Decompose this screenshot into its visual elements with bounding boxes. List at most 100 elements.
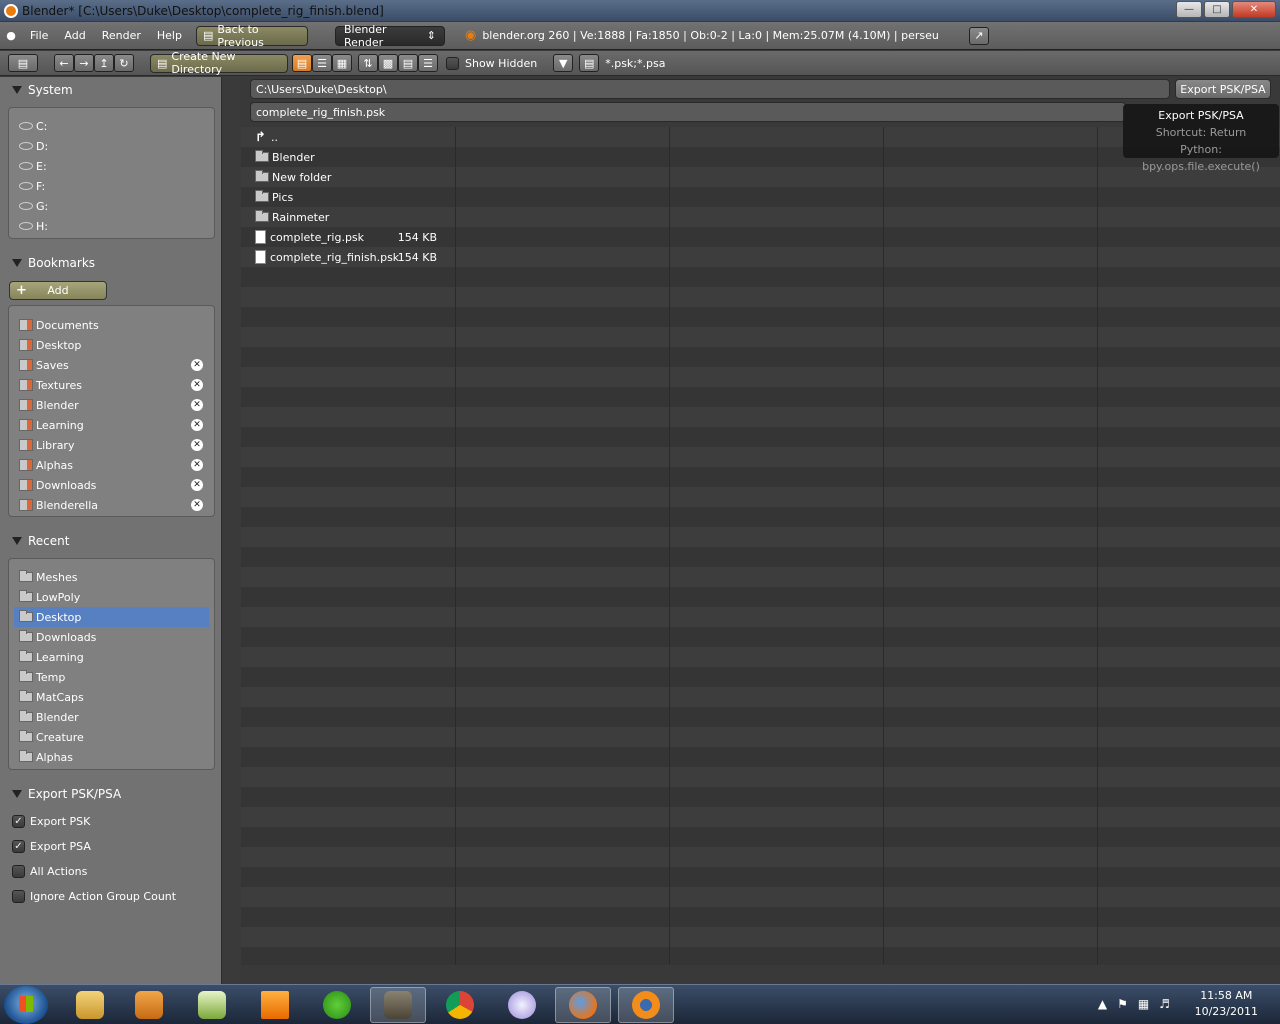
all-actions-option[interactable]: All Actions bbox=[12, 862, 87, 880]
file-row[interactable]: Rainmeter bbox=[255, 207, 445, 227]
taskbar-pidgin[interactable] bbox=[494, 987, 550, 1023]
tray-expand-icon[interactable]: ▲ bbox=[1098, 997, 1107, 1011]
taskbar-gimp[interactable] bbox=[370, 987, 426, 1023]
bookmark-item[interactable]: Documents bbox=[9, 315, 214, 335]
taskbar-notepad[interactable] bbox=[184, 987, 240, 1023]
taskbar-blender[interactable] bbox=[618, 987, 674, 1023]
minimize-button[interactable]: — bbox=[1176, 1, 1202, 18]
export-psk-option[interactable]: ✓ Export PSK bbox=[12, 812, 90, 830]
system-item-d[interactable]: D: bbox=[9, 136, 214, 156]
back-to-previous-button[interactable]: ▤ Back to Previous bbox=[195, 23, 308, 49]
filter-icon[interactable]: ▼ bbox=[553, 54, 574, 72]
recent-item[interactable]: MatCaps bbox=[9, 687, 214, 707]
action-center-flag-icon[interactable]: ⚑ bbox=[1117, 997, 1128, 1011]
remove-bookmark-icon[interactable]: ✕ bbox=[191, 499, 203, 511]
export-psa-checkbox[interactable]: ✓ bbox=[12, 839, 25, 853]
recent-item[interactable]: Downloads bbox=[9, 627, 214, 647]
sort-time-icon[interactable]: ▤ bbox=[398, 54, 418, 72]
menu-render[interactable]: Render bbox=[94, 29, 149, 42]
taskbar-explorer[interactable] bbox=[62, 987, 118, 1023]
recent-item[interactable]: Learning bbox=[9, 647, 214, 667]
bookmark-item[interactable]: Library ✕ bbox=[9, 435, 214, 455]
all-actions-checkbox[interactable] bbox=[12, 864, 25, 878]
filename-field[interactable]: complete_rig_finish.psk bbox=[250, 102, 1126, 122]
recent-item[interactable]: LowPoly bbox=[9, 587, 214, 607]
directory-path-field[interactable]: C:\Users\Duke\Desktop\ bbox=[250, 79, 1170, 99]
export-psa-option[interactable]: ✓ Export PSA bbox=[12, 837, 91, 855]
filter-folder-icon[interactable]: ▤ bbox=[579, 54, 600, 72]
system-item-e[interactable]: E: bbox=[9, 156, 214, 176]
file-row-parent[interactable]: ↱ .. bbox=[255, 127, 445, 147]
display-short-list-icon[interactable]: ▤ bbox=[292, 54, 312, 72]
recent-item[interactable]: Creature bbox=[9, 727, 214, 747]
display-detailed-list-icon[interactable]: ☰ bbox=[312, 54, 332, 72]
render-engine-dropdown[interactable]: Blender Render ⇕ bbox=[334, 23, 445, 49]
add-bookmark-button[interactable]: + Add bbox=[9, 281, 107, 300]
ignore-action-group-count-option[interactable]: Ignore Action Group Count bbox=[12, 887, 176, 905]
ignore-action-group-count-checkbox[interactable] bbox=[12, 889, 25, 903]
taskbar-utorrent[interactable] bbox=[309, 987, 365, 1023]
editor-type-icon[interactable]: ▤ bbox=[8, 54, 38, 72]
taskbar-vlc[interactable] bbox=[247, 987, 303, 1023]
file-row[interactable]: complete_rig.psk 154 KB bbox=[255, 227, 445, 247]
nav-back-icon[interactable]: ← bbox=[54, 54, 74, 72]
remove-bookmark-icon[interactable]: ✕ bbox=[191, 479, 203, 491]
sort-extension-icon[interactable]: ▩ bbox=[378, 54, 398, 72]
file-row[interactable]: Blender bbox=[255, 147, 445, 167]
sort-size-icon[interactable]: ☰ bbox=[418, 54, 438, 72]
show-hidden-checkbox[interactable] bbox=[446, 56, 459, 70]
bookmark-item[interactable]: Saves ✕ bbox=[9, 355, 214, 375]
bookmark-item[interactable]: Blenderella ✕ bbox=[9, 495, 214, 515]
bookmark-item[interactable]: Alphas ✕ bbox=[9, 455, 214, 475]
recent-item[interactable]: Alphas bbox=[9, 747, 214, 767]
start-button[interactable] bbox=[4, 986, 48, 1024]
close-window-button[interactable]: ✕ bbox=[1232, 1, 1276, 18]
bookmark-item[interactable]: Downloads ✕ bbox=[9, 475, 214, 495]
taskbar-firefox[interactable] bbox=[555, 987, 611, 1023]
sort-alpha-icon[interactable]: ⇅ bbox=[358, 54, 378, 72]
bookmarks-panel-header[interactable]: Bookmarks bbox=[6, 252, 218, 274]
bookmark-item[interactable]: Desktop bbox=[9, 335, 214, 355]
remove-bookmark-icon[interactable]: ✕ bbox=[191, 359, 203, 371]
bookmark-item[interactable]: Learning ✕ bbox=[9, 415, 214, 435]
system-item-h[interactable]: H: bbox=[9, 216, 214, 236]
nav-forward-icon[interactable]: → bbox=[74, 54, 94, 72]
recent-item[interactable]: Blender bbox=[9, 707, 214, 727]
editor-type-icon[interactable]: ● bbox=[0, 29, 22, 42]
taskbar-media[interactable] bbox=[121, 987, 177, 1023]
recent-item-selected[interactable]: Desktop bbox=[14, 607, 209, 627]
remove-bookmark-icon[interactable]: ✕ bbox=[191, 399, 203, 411]
remove-bookmark-icon[interactable]: ✕ bbox=[191, 419, 203, 431]
file-row[interactable]: complete_rig_finish.psk 154 KB bbox=[255, 247, 445, 267]
menu-add[interactable]: Add bbox=[56, 29, 93, 42]
remove-bookmark-icon[interactable]: ✕ bbox=[191, 459, 203, 471]
system-panel-header[interactable]: System bbox=[6, 79, 218, 101]
network-icon[interactable]: ▦ bbox=[1138, 997, 1149, 1011]
recent-item[interactable]: Meshes bbox=[9, 567, 214, 587]
create-new-directory-button[interactable]: ▤ Create New Directory bbox=[150, 50, 288, 76]
export-psk-psa-button[interactable]: Export PSK/PSA bbox=[1175, 79, 1271, 99]
system-item-c[interactable]: C: bbox=[9, 116, 214, 136]
system-item-f[interactable]: F: bbox=[9, 176, 214, 196]
nav-parent-icon[interactable]: ↥ bbox=[94, 54, 114, 72]
taskbar-clock[interactable]: 11:58 AM 10/23/2011 bbox=[1195, 988, 1258, 1020]
remove-bookmark-icon[interactable]: ✕ bbox=[191, 439, 203, 451]
remove-bookmark-icon[interactable]: ✕ bbox=[191, 379, 203, 391]
recent-item[interactable]: Temp bbox=[9, 667, 214, 687]
recent-panel-header[interactable]: Recent bbox=[6, 530, 218, 552]
bookmark-item[interactable]: Blender ✕ bbox=[9, 395, 214, 415]
file-row[interactable]: Pics bbox=[255, 187, 445, 207]
fullscreen-toggle-icon[interactable]: ↗ bbox=[968, 26, 989, 45]
menu-help[interactable]: Help bbox=[149, 29, 190, 42]
export-psk-checkbox[interactable]: ✓ bbox=[12, 814, 25, 828]
bookmark-item[interactable]: Textures ✕ bbox=[9, 375, 214, 395]
system-item-g[interactable]: G: bbox=[9, 196, 214, 216]
maximize-button[interactable]: □ bbox=[1204, 1, 1230, 18]
display-thumbnails-icon[interactable]: ▦ bbox=[332, 54, 352, 72]
file-row[interactable]: New folder bbox=[255, 167, 445, 187]
refresh-icon[interactable]: ↻ bbox=[114, 54, 134, 72]
taskbar-chrome[interactable] bbox=[432, 987, 488, 1023]
volume-icon[interactable]: ♬ bbox=[1159, 997, 1170, 1011]
export-options-panel-header[interactable]: Export PSK/PSA bbox=[6, 783, 218, 805]
menu-file[interactable]: File bbox=[22, 29, 56, 42]
